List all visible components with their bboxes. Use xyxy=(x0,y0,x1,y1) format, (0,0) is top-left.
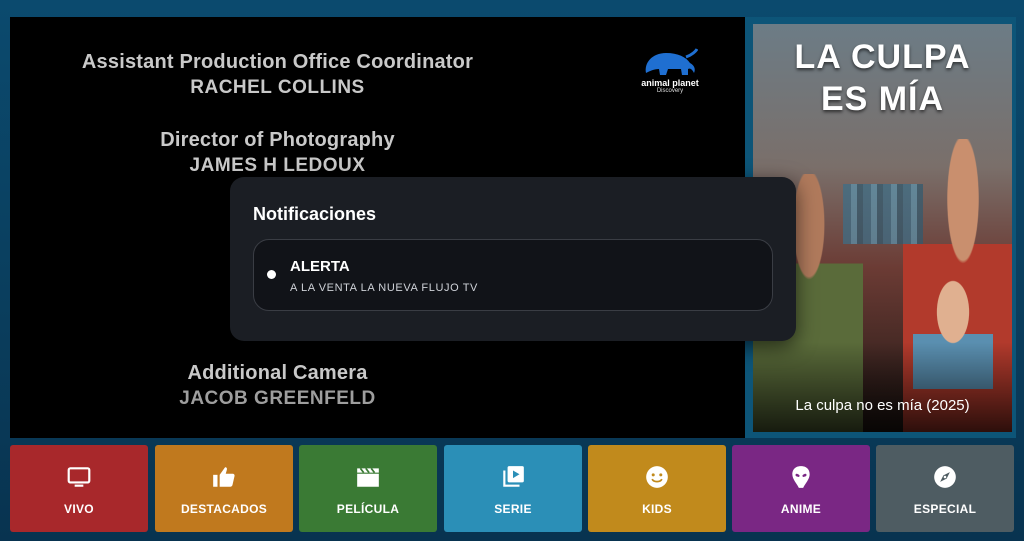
elephant-logo-icon xyxy=(645,48,698,75)
channel-subname: Discovery xyxy=(656,88,684,94)
credit-person: RACHEL COLLINS xyxy=(190,77,365,98)
video-library-icon xyxy=(503,466,524,487)
credit-person: JACOB GREENFELD xyxy=(179,388,376,409)
poster-shade xyxy=(753,342,1012,432)
credit-block: Assistant Production Office Coordinator … xyxy=(10,51,645,99)
alien-icon xyxy=(792,466,810,488)
notification-body: A LA VENTA LA NUEVA FLUJO TV xyxy=(290,282,478,294)
menu-tile-anime[interactable]: ANIME xyxy=(732,445,870,532)
menu-tile-label: KIDS xyxy=(642,502,672,516)
dialog-title: Notificaciones xyxy=(253,204,377,224)
menu-tile-serie[interactable]: SERIE xyxy=(444,445,582,532)
menu-tile-label: ESPECIAL xyxy=(913,502,977,516)
poster-caption: La culpa no es mía (2025) xyxy=(795,397,970,414)
thumbs-up-icon xyxy=(213,467,235,487)
menu-tile-vivo[interactable]: VIVO xyxy=(10,445,148,532)
poster-title-art: LA CULPA ES MÍA xyxy=(753,36,1012,120)
poster-title-line: LA CULPA xyxy=(794,38,971,76)
menu-tile-label: DESTACADOS xyxy=(180,502,268,516)
credit-role: Additional Camera xyxy=(187,362,368,384)
credit-role: Assistant Production Office Coordinator xyxy=(81,51,474,73)
notification-item[interactable]: ALERTA A LA VENTA LA NUEVA FLUJO TV xyxy=(253,239,773,311)
menu-tile-label: PELÍCULA xyxy=(336,502,400,516)
notification-title: ALERTA xyxy=(290,258,350,275)
channel-logo: animal planet Discovery xyxy=(625,47,715,105)
notifications-dialog: Notificaciones ALERTA A LA VENTA LA NUEV… xyxy=(230,177,796,341)
unread-dot-icon xyxy=(267,270,276,279)
credit-block: Additional Camera JACOB GREENFELD xyxy=(10,362,645,410)
menu-tile-pelicula[interactable]: PELÍCULA xyxy=(299,445,437,532)
clapperboard-icon xyxy=(357,467,379,487)
menu-tile-especial[interactable]: ESPECIAL xyxy=(876,445,1014,532)
poster-title-line: ES MÍA xyxy=(820,80,945,118)
smiley-icon xyxy=(646,466,668,488)
menu-tile-kids[interactable]: KIDS xyxy=(588,445,726,532)
credit-block: Director of Photography JAMES H LEDOUX xyxy=(10,129,645,177)
channel-name: animal planet xyxy=(641,78,699,88)
credit-role: Director of Photography xyxy=(160,129,395,151)
credit-person: JAMES H LEDOUX xyxy=(189,155,366,176)
compass-icon xyxy=(934,466,956,488)
menu-tile-label: ANIME xyxy=(780,502,822,516)
category-menu: VIVO DESTACADOS PELÍCULA SERIE KIDS ANIM… xyxy=(10,445,1015,533)
tv-icon xyxy=(67,467,91,487)
menu-tile-label: VIVO xyxy=(64,502,94,516)
menu-tile-label: SERIE xyxy=(494,502,532,516)
menu-tile-destacados[interactable]: DESTACADOS xyxy=(155,445,293,532)
